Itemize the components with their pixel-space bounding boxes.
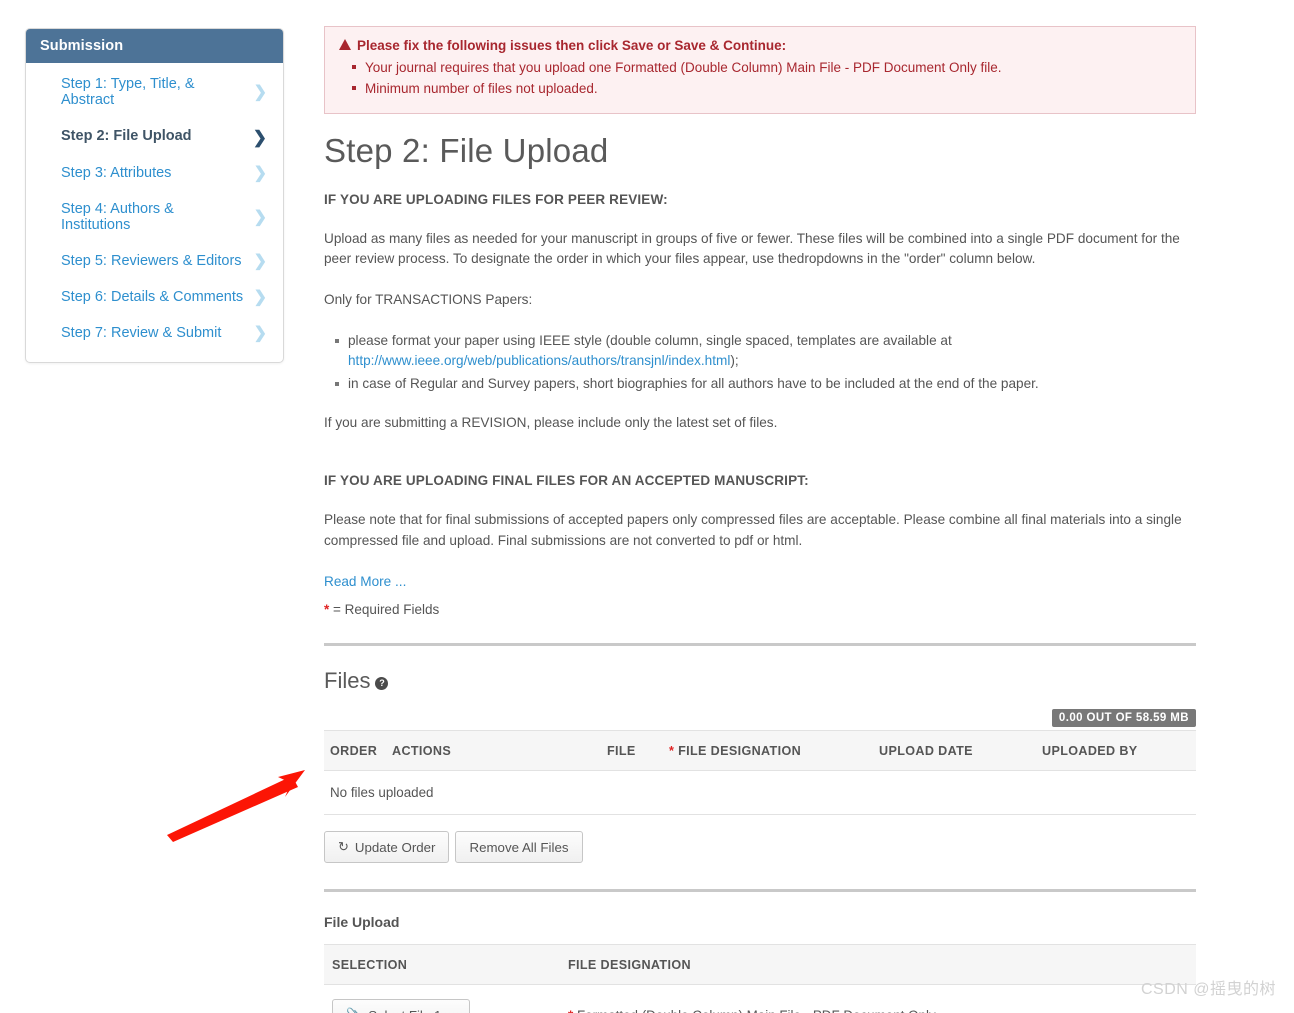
csdn-watermark: CSDN @摇曳的树 [1140,981,1276,998]
files-heading-label: Files [324,668,371,694]
required-star: * [669,744,675,759]
refresh-icon: ↻ [338,839,349,855]
transactions-bullet-list: please format your paper using IEEE styl… [324,331,1196,395]
files-section-heading: Files ? [324,668,1196,694]
chevron-right-icon: ❯ [253,164,267,182]
section-divider [324,643,1196,647]
sidebar-item-label: Step 4: Authors & Institutions [61,200,174,233]
sidebar-item-step-1[interactable]: Step 1: Type, Title, & Abstract ❯ [26,67,283,119]
sidebar-item-label: Step 2: File Upload [61,128,192,145]
column-header-uploaded-by: UPLOADED BY [1036,730,1196,772]
revision-note: If you are submitting a REVISION, please… [324,414,778,430]
chevron-right-icon: ❯ [253,208,267,226]
section-divider [324,889,1196,893]
file-upload-page: Submission Step 1: Type, Title, & Abstra… [0,0,1294,1013]
column-header-file: FILE [601,730,663,772]
chevron-right-icon: ❯ [252,127,267,147]
required-fields-label: = Required Fields [333,602,440,618]
sidebar-item-label: Step 5: Reviewers & Editors [61,252,242,269]
uploaded-files-table: ORDER ACTIONS FILE * FILE DESIGNATION UP… [324,730,1196,816]
submission-sidebar: Submission Step 1: Type, Title, & Abstra… [25,28,284,363]
question-mark-icon[interactable]: ? [375,676,389,690]
storage-badge-row: 0.00 OUT OF 58.59 MB [324,709,1196,728]
required-fields-note: * = Required Fields [324,602,1196,617]
files-table-body: No files uploaded [324,770,1196,816]
column-header-order: ORDER [324,730,386,772]
transactions-intro: Only for TRANSACTIONS Papers: [324,291,533,307]
chevron-right-icon: ❯ [253,252,267,270]
sidebar-item-step-7[interactable]: Step 7: Review & Submit ❯ [26,316,283,352]
file-designation-cell: * Formatted (Double Column) Main File - … [560,985,1196,1013]
sidebar-header: Submission [26,29,283,63]
warning-triangle-icon [339,39,351,50]
column-header-selection: SELECTION [324,944,560,986]
sidebar-item-step-2[interactable]: Step 2: File Upload ❯ [26,119,283,156]
select-file-1-label: Select File 1 ... [368,1008,456,1013]
remove-all-files-button[interactable]: Remove All Files [455,831,583,864]
files-table-head: ORDER ACTIONS FILE * FILE DESIGNATION UP… [324,730,1196,772]
list-item: in case of Regular and Survey papers, sh… [335,374,1196,395]
sidebar-item-step-6[interactable]: Step 6: Details & Comments ❯ [26,280,283,316]
column-header-file-designation: FILE DESIGNATION [560,944,1196,986]
required-star: * [324,602,330,618]
required-star: * [568,1008,573,1013]
sidebar-item-label: Step 6: Details & Comments [61,288,244,305]
ieee-style-link[interactable]: http://www.ieee.org/web/publications/aut… [348,353,730,368]
page-title: Step 2: File Upload [324,131,609,169]
column-header-file-designation: * FILE DESIGNATION [663,730,873,772]
upload-table-head: SELECTION FILE DESIGNATION [324,944,1196,986]
selection-cell: 📎 Select File 1 ... [324,985,560,1013]
alert-message-list: Your journal requires that you upload on… [339,57,1181,100]
chevron-right-icon: ❯ [253,83,267,101]
update-order-button[interactable]: ↻ Update Order [324,831,450,864]
alert-message: Minimum number of files not uploaded. [352,78,1181,99]
alert-title-row: Please fix the following issues then cli… [339,38,1181,53]
chevron-right-icon: ❯ [253,288,267,306]
sidebar-step-list: Step 1: Type, Title, & Abstract ❯ Step 2… [26,63,283,362]
sidebar-item-step-4[interactable]: Step 4: Authors & Institutions ❯ [26,192,283,244]
sidebar-item-label: Step 3: Attributes [61,164,172,181]
upload-table-body: 📎 Select File 1 ... * Formatted (Double … [324,985,1196,1013]
empty-files-message: No files uploaded [324,770,1196,816]
file-upload-table: SELECTION FILE DESIGNATION 📎 Select File… [324,944,1196,1013]
transactions-bullet-1-tail: ); [730,353,739,369]
chevron-right-icon: ❯ [253,324,267,342]
sidebar-item-step-3[interactable]: Step 3: Attributes ❯ [26,156,283,192]
storage-usage-badge: 0.00 OUT OF 58.59 MB [1051,709,1196,728]
annotation-arrow-icon [167,770,305,842]
accepted-manuscript-paragraph: Please note that for final submissions o… [324,512,1182,548]
column-header-upload-date: UPLOAD DATE [873,730,1036,772]
sidebar-item-label: Step 7: Review & Submit [61,324,222,341]
files-table-header-row: ORDER ACTIONS FILE * FILE DESIGNATION UP… [324,730,1196,772]
update-order-label: Update Order [354,839,436,855]
table-row: No files uploaded [324,770,1196,816]
column-header-file-designation-label: FILE DESIGNATION [678,744,802,759]
file-upload-section-heading: File Upload [324,914,400,931]
sidebar-item-step-5[interactable]: Step 5: Reviewers & Editors ❯ [26,244,283,280]
read-more-link[interactable]: Read More ... [324,574,406,589]
peer-review-heading: IF YOU ARE UPLOADING FILES FOR PEER REVI… [324,191,668,207]
upload-table-header-row: SELECTION FILE DESIGNATION [324,944,1196,986]
select-file-1-button[interactable]: 📎 Select File 1 ... [332,999,471,1013]
alert-title-text: Please fix the following issues then cli… [357,38,787,53]
remove-all-files-label: Remove All Files [469,839,569,855]
table-row: 📎 Select File 1 ... * Formatted (Double … [324,985,1196,1013]
main-content: Please fix the following issues then cli… [324,26,1196,1013]
validation-alert: Please fix the following issues then cli… [324,26,1196,114]
transactions-bullet-1-text: please format your paper using IEEE styl… [348,332,952,348]
alert-message: Your journal requires that you upload on… [352,57,1181,78]
files-action-buttons: ↻ Update Order Remove All Files [324,831,1196,864]
paperclip-icon: 📎 [346,1007,362,1013]
peer-review-paragraph: Upload as many files as needed for your … [324,230,1180,267]
file-designation-value: Formatted (Double Column) Main File - PD… [577,1008,936,1013]
column-header-actions: ACTIONS [386,730,601,772]
list-item: please format your paper using IEEE styl… [335,331,1196,372]
accepted-manuscript-heading: IF YOU ARE UPLOADING FINAL FILES FOR AN … [324,473,809,489]
sidebar-item-label: Step 1: Type, Title, & Abstract [61,76,195,108]
